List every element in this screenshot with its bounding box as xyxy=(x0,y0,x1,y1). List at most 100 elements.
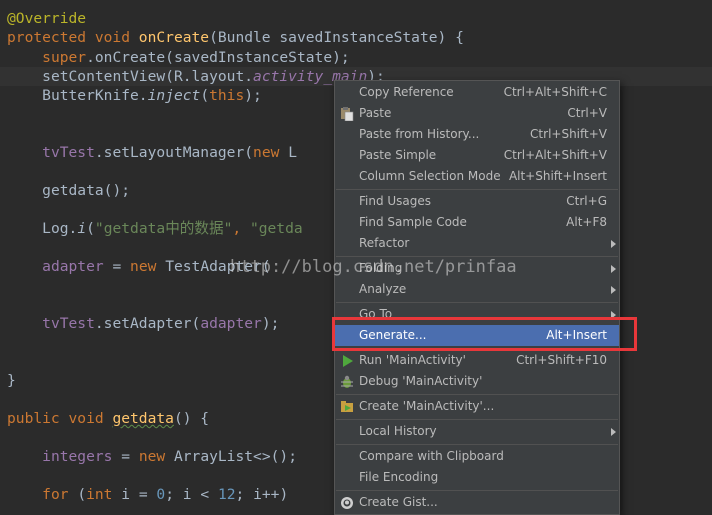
code-text: L xyxy=(288,144,297,161)
code-text: = xyxy=(112,448,139,465)
menu-item-label: Debug 'MainActivity' xyxy=(359,374,483,388)
keyword: this xyxy=(209,87,245,104)
code-text: (Bundle savedInstanceState) { xyxy=(209,29,464,46)
menu-item-label: Run 'MainActivity' xyxy=(359,353,466,367)
code-text: ; i < xyxy=(165,486,218,503)
code-text: .setAdapter( xyxy=(94,315,201,332)
override-annotation: @Override xyxy=(7,10,87,27)
code-text: } xyxy=(7,372,16,389)
keyword: public void xyxy=(7,410,113,427)
submenu-arrow-icon xyxy=(611,240,616,248)
menu-item-create-gist[interactable]: Create Gist... xyxy=(335,492,619,513)
menu-item-compare-with-clipboard[interactable]: Compare with Clipboard xyxy=(335,446,619,467)
menu-item-label: File Encoding xyxy=(359,470,439,484)
menu-item-label: Go To xyxy=(359,307,393,321)
menu-item-find-usages[interactable]: Find Usages Ctrl+G xyxy=(335,191,619,212)
menu-item-refactor[interactable]: Refactor xyxy=(335,233,619,254)
menu-item-go-to[interactable]: Go To xyxy=(335,304,619,325)
code-text: TestAdapter( xyxy=(165,258,271,275)
menu-item-paste[interactable]: Paste Ctrl+V xyxy=(335,103,619,124)
code-text: ButterKnife. xyxy=(42,87,148,104)
menu-item-label: Refactor xyxy=(359,236,410,250)
code-text: getdata(); xyxy=(42,182,131,199)
menu-item-find-sample-code[interactable]: Find Sample Code Alt+F8 xyxy=(335,212,619,233)
code-text: ( xyxy=(77,486,87,503)
menu-item-copy-reference[interactable]: Copy Reference Ctrl+Alt+Shift+C xyxy=(335,82,619,103)
menu-item-label: Create Gist... xyxy=(359,495,438,509)
code-text: i = xyxy=(121,486,157,503)
menu-item-shortcut: Ctrl+Shift+F10 xyxy=(516,353,607,367)
menu-item-label: Paste Simple xyxy=(359,148,437,162)
menu-item-shortcut: Alt+Insert xyxy=(546,328,607,342)
menu-item-label: Local History xyxy=(359,424,437,438)
static-method: inject xyxy=(147,87,201,104)
code-line-9: adapter = new TestAdapter( xyxy=(7,257,271,276)
menu-item-label: Compare with Clipboard xyxy=(359,449,504,463)
menu-item-generate[interactable]: Generate... Alt+Insert xyxy=(335,325,619,346)
debug-icon xyxy=(339,374,355,390)
code-line-7: getdata(); xyxy=(7,181,130,200)
menu-item-analyze[interactable]: Analyze xyxy=(335,279,619,300)
menu-item-label: Find Sample Code xyxy=(359,215,467,229)
menu-item-paste-from-history[interactable]: Paste from History... Ctrl+Shift+V xyxy=(335,124,619,145)
field-ref: integers xyxy=(42,448,113,465)
menu-separator xyxy=(336,490,618,491)
menu-separator xyxy=(336,444,618,445)
code-line-10: tvTest.setAdapter(adapter); xyxy=(7,314,279,333)
menu-item-label: Paste from History... xyxy=(359,127,480,141)
submenu-arrow-icon xyxy=(611,428,616,436)
menu-item-label: Analyze xyxy=(359,282,407,296)
github-icon xyxy=(339,495,355,511)
keyword: new xyxy=(253,144,289,161)
code-line-11: } xyxy=(7,371,16,390)
menu-item-label: Find Usages xyxy=(359,194,432,208)
code-line-6: tvTest.setLayoutManager(new L xyxy=(7,143,297,162)
menu-separator xyxy=(336,394,618,395)
menu-item-file-encoding[interactable]: File Encoding xyxy=(335,467,619,488)
code-line-12: public void getdata() { xyxy=(7,409,209,428)
code-text: ; i++) xyxy=(235,486,289,503)
menu-item-folding[interactable]: Folding xyxy=(335,258,619,279)
menu-item-shortcut: Alt+F8 xyxy=(566,215,607,229)
menu-item-shortcut: Ctrl+Shift+V xyxy=(530,127,607,141)
number-literal: 0 xyxy=(156,486,166,503)
menu-item-label: Generate... xyxy=(359,328,427,342)
code-text: ( xyxy=(86,220,95,237)
menu-item-local-history[interactable]: Local History xyxy=(335,421,619,442)
code-line-4: setContentView(R.layout.activity_main); xyxy=(7,67,385,86)
method-name: getdata xyxy=(112,410,174,427)
menu-item-label: Column Selection Mode xyxy=(359,169,501,183)
code-text: ); xyxy=(261,315,280,332)
keyword: new xyxy=(138,448,174,465)
code-text: .onCreate(savedInstanceState); xyxy=(86,49,350,66)
keyword: for xyxy=(42,486,78,503)
menu-item-create-activity[interactable]: Create 'MainActivity'... xyxy=(335,396,619,417)
code-text: setContentView(R.layout. xyxy=(42,68,254,85)
menu-item-run[interactable]: Run 'MainActivity' Ctrl+Shift+F10 xyxy=(335,350,619,371)
number-literal: 12 xyxy=(217,486,236,503)
code-text: = xyxy=(103,258,131,275)
code-line-5: ButterKnife.inject(this); xyxy=(7,86,262,105)
submenu-arrow-icon xyxy=(611,286,616,294)
menu-item-shortcut: Ctrl+Alt+Shift+C xyxy=(503,85,607,99)
activity-icon xyxy=(339,399,355,415)
menu-item-label: Folding xyxy=(359,261,403,275)
menu-item-paste-simple[interactable]: Paste Simple Ctrl+Alt+Shift+V xyxy=(335,145,619,166)
keyword: super xyxy=(42,49,87,66)
code-line-3: super.onCreate(savedInstanceState); xyxy=(7,48,350,67)
comma: , xyxy=(232,220,250,237)
code-line-2: protected void onCreate(Bundle savedInst… xyxy=(7,28,464,47)
menu-item-debug[interactable]: Debug 'MainActivity' xyxy=(335,371,619,392)
run-icon xyxy=(339,353,355,369)
menu-item-shortcut: Ctrl+V xyxy=(567,106,607,120)
code-text: .setLayoutManager( xyxy=(94,144,254,161)
menu-item-column-selection-mode[interactable]: Column Selection Mode Alt+Shift+Insert xyxy=(335,166,619,187)
menu-item-label: Copy Reference xyxy=(359,85,454,99)
menu-item-shortcut: Ctrl+Alt+Shift+V xyxy=(503,148,607,162)
code-text: () { xyxy=(173,410,210,427)
field-ref: tvTest xyxy=(42,144,95,161)
keyword: new xyxy=(130,258,166,275)
editor-context-menu: Copy Reference Ctrl+Alt+Shift+C Paste Ct… xyxy=(334,80,620,515)
keyword: int xyxy=(86,486,122,503)
field-ref: adapter xyxy=(42,258,104,275)
